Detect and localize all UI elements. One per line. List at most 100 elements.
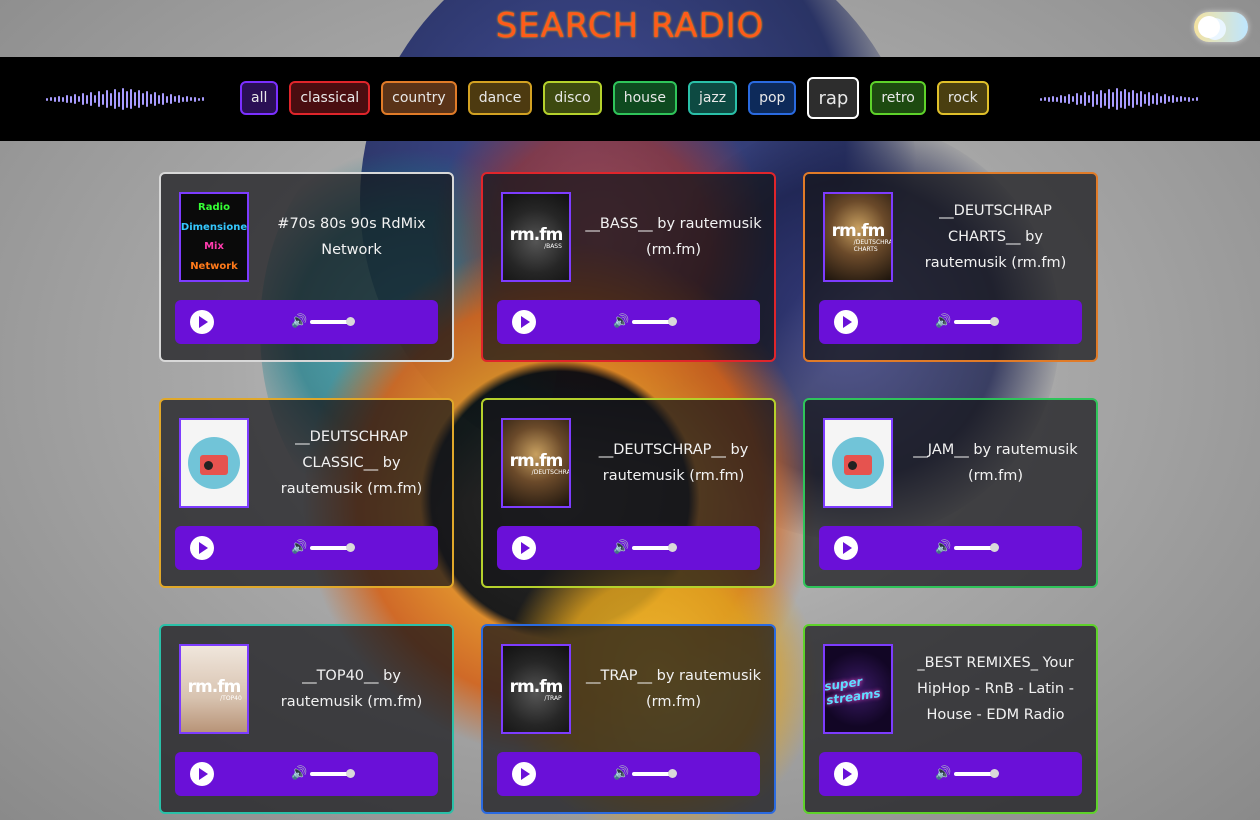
volume-slider-thumb[interactable] <box>990 543 999 552</box>
superstreams-logo-text: super streams <box>823 674 882 708</box>
station-logo: super streams <box>823 644 893 734</box>
rmfm-channel-text: /DEUTSCHRAP CHARTS <box>853 239 893 253</box>
station-card: rm.fm/DEUTSCHRAP __DEUTSCHRAP__ by rautem… <box>481 398 776 588</box>
station-title: _BEST REMIXES_ Your HipHop - RnB - Latin… <box>917 655 1074 723</box>
page-title: SEARCH RADIO <box>495 6 765 46</box>
station-title: #70s 80s 90s RdMix Network <box>277 216 426 258</box>
station-card: rm.fm/TOP40 __TOP40__ by rautemusik (rm.f… <box>159 624 454 814</box>
play-icon[interactable] <box>834 762 858 786</box>
volume-icon[interactable]: 🔊 <box>935 314 951 330</box>
station-title: __BASS__ by rautemusik (rm.fm) <box>585 216 762 258</box>
volume-slider[interactable] <box>632 317 677 326</box>
volume-slider[interactable] <box>310 543 355 552</box>
volume-slider-thumb[interactable] <box>990 769 999 778</box>
play-icon[interactable] <box>190 310 214 334</box>
audio-player: 🔊 <box>497 752 760 796</box>
play-icon[interactable] <box>190 762 214 786</box>
volume-icon[interactable]: 🔊 <box>613 540 629 556</box>
boombox-icon <box>188 437 240 489</box>
waveform-left-icon <box>46 85 204 113</box>
audio-player: 🔊 <box>819 752 1082 796</box>
station-title: __DEUTSCHRAP CLASSIC__ by rautemusik (rm… <box>280 429 423 497</box>
volume-icon[interactable]: 🔊 <box>613 766 629 782</box>
logo-text: Mix <box>204 241 224 253</box>
volume-slider[interactable] <box>632 769 677 778</box>
volume-slider-thumb[interactable] <box>668 543 677 552</box>
rmfm-logo-text: rm.fm <box>187 676 242 697</box>
audio-player: 🔊 <box>175 752 438 796</box>
volume-slider[interactable] <box>632 543 677 552</box>
genre-button-house[interactable]: house <box>612 81 677 115</box>
volume-slider-thumb[interactable] <box>668 769 677 778</box>
audio-player: 🔊 <box>497 300 760 344</box>
play-icon[interactable] <box>512 762 536 786</box>
play-icon[interactable] <box>190 536 214 560</box>
volume-icon[interactable]: 🔊 <box>291 314 307 330</box>
station-title: __TRAP__ by rautemusik (rm.fm) <box>586 668 761 710</box>
theme-toggle[interactable] <box>1194 12 1248 42</box>
genre-button-country[interactable]: country <box>381 81 457 115</box>
play-icon[interactable] <box>512 536 536 560</box>
station-logo: rm.fm/DEUTSCHRAP <box>501 418 571 508</box>
logo-text: Network <box>190 260 238 272</box>
rmfm-channel-text: /TOP40 <box>220 694 242 702</box>
logo-text: Radio <box>198 202 230 214</box>
volume-slider-thumb[interactable] <box>346 543 355 552</box>
station-title: __TOP40__ by rautemusik (rm.fm) <box>280 668 423 710</box>
genre-button-retro[interactable]: retro <box>870 81 926 115</box>
volume-icon[interactable]: 🔊 <box>935 766 951 782</box>
station-logo <box>179 418 249 508</box>
volume-icon[interactable]: 🔊 <box>613 314 629 330</box>
logo-text: Dimensione <box>180 221 248 233</box>
station-grid: Radio Dimensione Mix Network #70s 80s 90s Rd… <box>159 172 1099 814</box>
volume-slider[interactable] <box>954 543 999 552</box>
moon-icon <box>1198 16 1220 38</box>
genre-button-rock[interactable]: rock <box>936 81 989 115</box>
station-card: __JAM__ by rautemusik (rm.fm) 🔊 <box>803 398 1098 588</box>
play-icon[interactable] <box>834 310 858 334</box>
station-logo: rm.fm/DEUTSCHRAP CHARTS <box>823 192 893 282</box>
station-logo: rm.fm/TRAP <box>501 644 571 734</box>
genre-filter-list: all classical country dance disco house jazz po… <box>240 77 989 119</box>
rmfm-logo-text: rm.fm <box>509 450 564 471</box>
genre-bar: all classical country dance disco house jazz po… <box>0 57 1260 141</box>
play-icon[interactable] <box>834 536 858 560</box>
genre-button-all[interactable]: all <box>240 81 279 115</box>
volume-slider-thumb[interactable] <box>346 769 355 778</box>
volume-slider[interactable] <box>310 317 355 326</box>
genre-button-disco[interactable]: disco <box>543 81 602 115</box>
rmfm-channel-text: /DEUTSCHRAP <box>531 468 571 476</box>
rmfm-logo-text: rm.fm <box>831 221 886 241</box>
station-card: rm.fm/BASS __BASS__ by rautemusik (rm.fm)… <box>481 172 776 362</box>
boombox-icon <box>832 437 884 489</box>
audio-player: 🔊 <box>175 526 438 570</box>
volume-icon[interactable]: 🔊 <box>291 540 307 556</box>
volume-slider-thumb[interactable] <box>346 317 355 326</box>
volume-slider[interactable] <box>954 317 999 326</box>
rmfm-channel-text: /BASS <box>544 242 562 250</box>
rmfm-logo-text: rm.fm <box>509 676 564 697</box>
station-title: __DEUTSCHRAP__ by rautemusik (rm.fm) <box>598 442 749 484</box>
station-card: super streams _BEST REMIXES_ Your HipHop … <box>803 624 1098 814</box>
volume-slider-thumb[interactable] <box>668 317 677 326</box>
volume-icon[interactable]: 🔊 <box>935 540 951 556</box>
volume-slider[interactable] <box>954 769 999 778</box>
station-logo: rm.fm/TOP40 <box>179 644 249 734</box>
genre-button-pop[interactable]: pop <box>748 81 797 115</box>
station-card: __DEUTSCHRAP CLASSIC__ by rautemusik (rm… <box>159 398 454 588</box>
station-card: rm.fm/TRAP __TRAP__ by rautemusik (rm.fm)… <box>481 624 776 814</box>
station-logo: Radio Dimensione Mix Network <box>179 192 249 282</box>
volume-icon[interactable]: 🔊 <box>291 766 307 782</box>
audio-player: 🔊 <box>497 526 760 570</box>
genre-button-jazz[interactable]: jazz <box>687 81 738 115</box>
play-icon[interactable] <box>512 310 536 334</box>
station-card: Radio Dimensione Mix Network #70s 80s 90s Rd… <box>159 172 454 362</box>
genre-button-rap[interactable]: rap <box>807 77 860 119</box>
audio-player: 🔊 <box>175 300 438 344</box>
rmfm-channel-text: /TRAP <box>544 694 562 702</box>
station-card: rm.fm/DEUTSCHRAP CHARTS __DEUTSCHRAP CHAR… <box>803 172 1098 362</box>
volume-slider[interactable] <box>310 769 355 778</box>
genre-button-dance[interactable]: dance <box>467 81 533 115</box>
volume-slider-thumb[interactable] <box>990 317 999 326</box>
genre-button-classical[interactable]: classical <box>289 81 371 115</box>
